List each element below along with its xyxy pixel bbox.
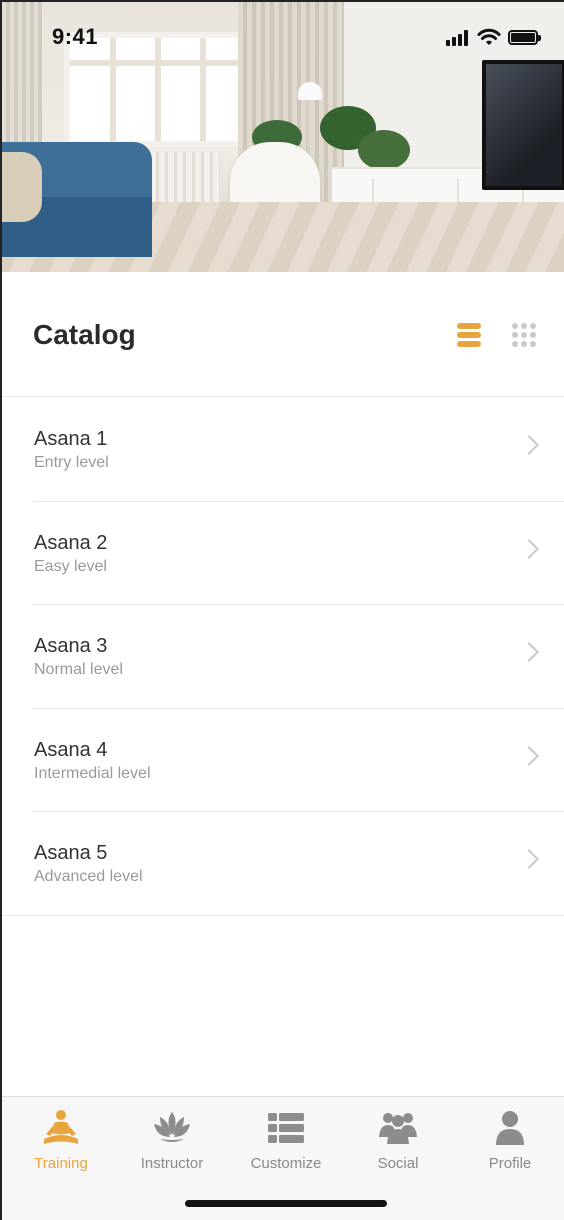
person-icon [496, 1111, 524, 1145]
list-item[interactable]: Asana 2 Easy level [2, 502, 564, 605]
chevron-right-icon [519, 745, 539, 766]
list-item[interactable]: Asana 4 Intermedial level [2, 709, 564, 812]
item-subtitle: Normal level [34, 661, 123, 678]
grid-view-button[interactable] [510, 322, 538, 348]
status-time: 9:41 [52, 24, 99, 49]
wifi-icon [477, 28, 501, 45]
divider [2, 914, 564, 916]
tab-label: Customize [250, 1155, 322, 1172]
lotus-icon [154, 1112, 190, 1142]
chevron-right-icon [519, 538, 539, 559]
item-title: Asana 2 [34, 531, 108, 554]
page-title: Catalog [33, 319, 136, 350]
item-title: Asana 4 [34, 738, 108, 761]
tab-training[interactable]: Training [5, 1109, 117, 1179]
list-item[interactable]: Asana 3 Normal level [2, 605, 564, 709]
signal-icon [446, 30, 470, 46]
app-screen: 9:41 Catalog Asana 1 Entry level Asana 2… [0, 0, 564, 1220]
tab-label: Social [377, 1155, 419, 1172]
item-title: Asana 5 [34, 842, 108, 864]
tab-profile[interactable]: Profile [454, 1109, 564, 1179]
battery-icon [508, 30, 541, 45]
list-view-icon [457, 323, 481, 329]
tab-customize[interactable]: Customize [230, 1109, 342, 1179]
tab-instructor[interactable]: Instructor [116, 1109, 228, 1179]
item-title: Asana 1 [34, 428, 108, 450]
item-subtitle: Advanced level [34, 868, 143, 885]
meditation-icon [44, 1110, 78, 1144]
grid-view-icon [512, 323, 518, 329]
list-item[interactable]: Asana 5 Advanced level [2, 812, 564, 916]
group-icon [379, 1113, 417, 1144]
tab-social[interactable]: Social [342, 1109, 454, 1179]
chevron-right-icon [519, 435, 539, 455]
tab-label: Training [34, 1155, 88, 1172]
status-bar: 9:41 [2, 2, 564, 72]
tab-label: Instructor [140, 1155, 204, 1172]
item-title: Asana 3 [34, 635, 108, 657]
catalog-header: Catalog [2, 272, 564, 397]
tab-label: Profile [488, 1155, 532, 1172]
item-subtitle: Entry level [34, 454, 109, 471]
chevron-right-icon [519, 642, 539, 662]
list-icon [268, 1113, 304, 1143]
chevron-right-icon [519, 849, 539, 869]
catalog-list: Asana 1 Entry level Asana 2 Easy level A… [2, 398, 564, 916]
item-subtitle: Intermedial level [34, 764, 151, 782]
home-indicator [185, 1200, 387, 1207]
list-view-button[interactable] [454, 322, 484, 348]
item-subtitle: Easy level [34, 557, 107, 575]
list-item[interactable]: Asana 1 Entry level [2, 398, 564, 502]
